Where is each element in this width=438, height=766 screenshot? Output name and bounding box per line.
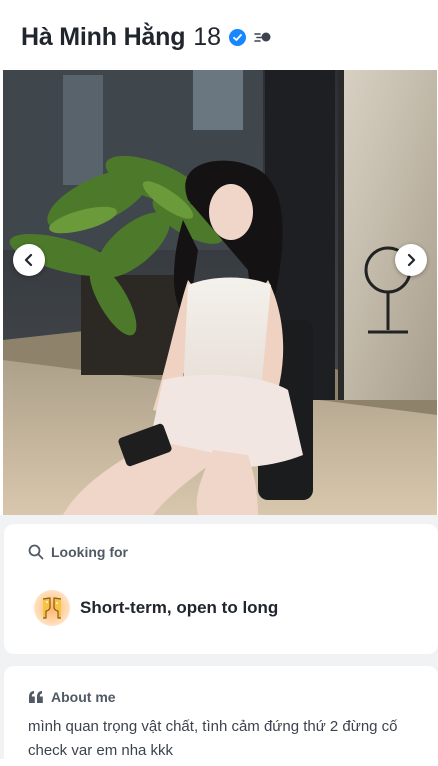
about-me-card: About me mình quan trọng vật chất, tình … bbox=[4, 666, 438, 766]
quote-icon bbox=[29, 691, 43, 703]
recently-active-icon bbox=[254, 30, 272, 44]
search-icon bbox=[28, 544, 44, 560]
about-me-text: mình quan trọng vật chất, tình cảm đứng … bbox=[28, 718, 398, 759]
profile-age: 18 bbox=[193, 22, 222, 51]
looking-for-card: Looking for Short-term, open to long bbox=[4, 524, 438, 654]
profile-header: Hà Minh Hằng 18 bbox=[0, 0, 438, 70]
about-me-header: About me bbox=[28, 689, 116, 705]
clinking-glasses-emoji bbox=[34, 590, 70, 626]
verified-badge-icon[interactable] bbox=[229, 28, 247, 46]
profile-photo[interactable] bbox=[3, 70, 437, 515]
looking-for-value: Short-term, open to long bbox=[80, 598, 279, 617]
chevron-right-icon bbox=[407, 253, 416, 267]
next-photo-button[interactable] bbox=[395, 244, 427, 276]
previous-photo-button[interactable] bbox=[13, 244, 45, 276]
looking-for-value-row: Short-term, open to long bbox=[34, 590, 278, 626]
chevron-left-icon bbox=[24, 253, 33, 267]
name-row: Hà Minh Hằng 18 bbox=[21, 20, 272, 54]
profile-photo-image bbox=[3, 70, 437, 515]
looking-for-header: Looking for bbox=[28, 544, 128, 560]
about-me-label: About me bbox=[51, 689, 116, 705]
profile-name: Hà Minh Hằng bbox=[21, 22, 186, 51]
looking-for-label: Looking for bbox=[51, 544, 128, 560]
